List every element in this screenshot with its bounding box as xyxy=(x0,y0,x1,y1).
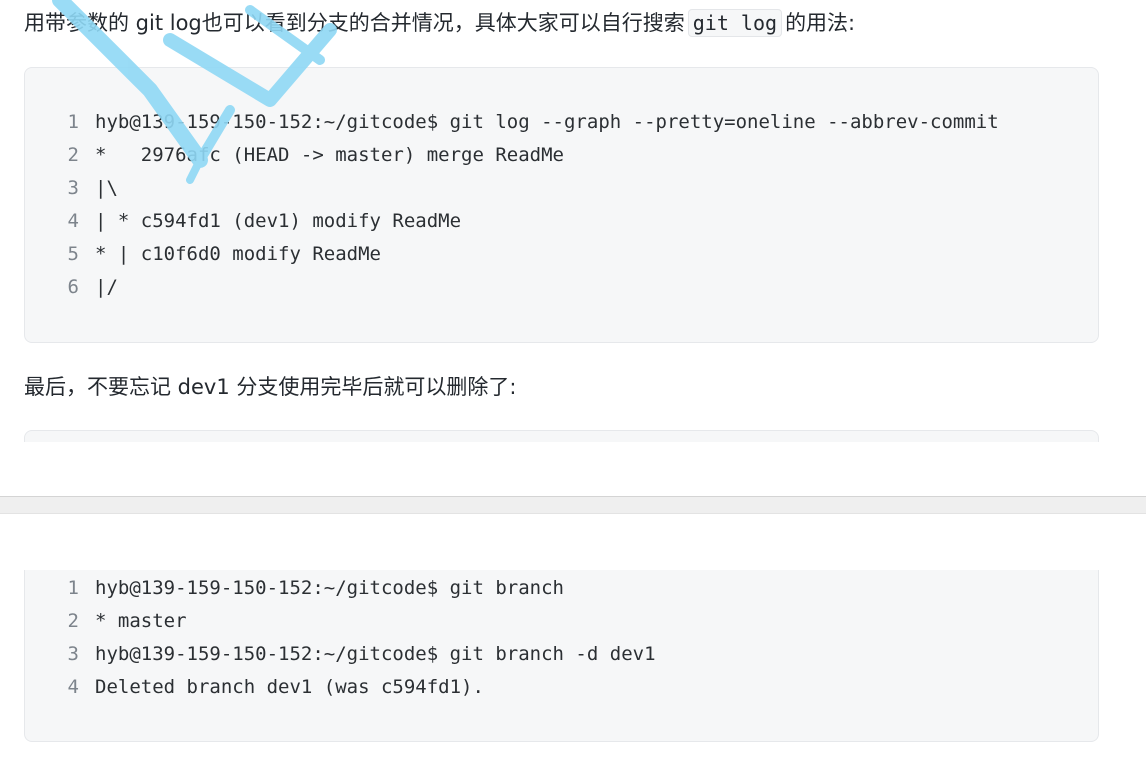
code-line: 5 * | c10f6d0 modify ReadMe xyxy=(25,238,1098,271)
line-number: 4 xyxy=(67,210,79,232)
code-line: 4 | * c594fd1 (dev1) modify ReadMe xyxy=(25,205,1098,238)
line-text: | * c594fd1 (dev1) modify ReadMe xyxy=(95,210,462,232)
line-text: * 2976afc (HEAD -> master) merge ReadMe xyxy=(95,144,564,166)
line-number: 6 xyxy=(67,276,79,298)
code-lines: 1 hyb@139-159-150-152:~/gitcode$ git log … xyxy=(25,106,1098,304)
line-text: * | c10f6d0 modify ReadMe xyxy=(95,243,381,265)
line-text: Deleted branch dev1 (was c594fd1). xyxy=(95,676,484,698)
code-line: 3 |\ xyxy=(25,172,1098,205)
code-line: 4 Deleted branch dev1 (was c594fd1). xyxy=(25,671,1098,704)
code-lines: 1 hyb@139-159-150-152:~/gitcode$ git bran… xyxy=(25,572,1098,704)
code-line: 2 * 2976afc (HEAD -> master) merge ReadMe xyxy=(25,139,1098,172)
line-text: |/ xyxy=(95,276,118,298)
paragraph-git-log-usage: 用带参数的 git log也可以看到分支的合并情况，具体大家可以自行搜索 git … xyxy=(24,9,855,37)
line-text: hyb@139-159-150-152:~/gitcode$ git branc… xyxy=(95,577,564,599)
code-line: 2 * master xyxy=(25,605,1098,638)
paragraph-delete-branch: 最后，不要忘记 dev1 分支使用完毕后就可以删除了: xyxy=(24,375,517,399)
line-text: |\ xyxy=(95,177,118,199)
page-break-gap xyxy=(0,442,1146,496)
line-number: 1 xyxy=(67,577,79,599)
code-line: 1 hyb@139-159-150-152:~/gitcode$ git bran… xyxy=(25,572,1098,605)
line-text: * master xyxy=(95,610,187,632)
code-line: 1 hyb@139-159-150-152:~/gitcode$ git log … xyxy=(25,106,1098,139)
code-block-git-log[interactable]: 1 hyb@139-159-150-152:~/gitcode$ git log … xyxy=(24,67,1099,343)
code-line: 3 hyb@139-159-150-152:~/gitcode$ git bran… xyxy=(25,638,1098,671)
code-block-branch-delete[interactable]: 1 hyb@139-159-150-152:~/gitcode$ git bran… xyxy=(24,570,1099,742)
line-number: 4 xyxy=(67,676,79,698)
line-number: 2 xyxy=(67,144,79,166)
line-number: 3 xyxy=(67,643,79,665)
page-break-divider xyxy=(0,496,1146,514)
inline-code-git-log: git log xyxy=(687,9,783,37)
line-number: 1 xyxy=(67,111,79,133)
paragraph-text-tail: 的用法: xyxy=(785,11,856,35)
line-number: 5 xyxy=(67,243,79,265)
paragraph-text: 用带参数的 git log也可以看到分支的合并情况，具体大家可以自行搜索 xyxy=(24,11,685,35)
line-text: hyb@139-159-150-152:~/gitcode$ git log -… xyxy=(95,111,999,133)
line-number: 3 xyxy=(67,177,79,199)
line-number: 2 xyxy=(67,610,79,632)
article-page: 用带参数的 git log也可以看到分支的合并情况，具体大家可以自行搜索 git … xyxy=(0,0,1146,762)
code-line: 6 |/ xyxy=(25,271,1098,304)
line-text: hyb@139-159-150-152:~/gitcode$ git branc… xyxy=(95,643,656,665)
